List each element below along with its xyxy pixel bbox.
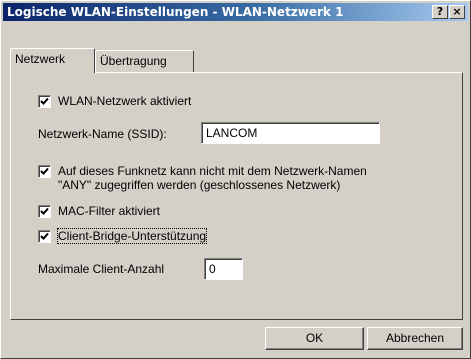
closed-network-checkbox[interactable] [38, 165, 51, 178]
wlan-enabled-checkbox[interactable] [38, 95, 51, 108]
max-clients-input[interactable]: 0 [204, 258, 243, 280]
closed-network-label-line1: Auf dieses Funknetz kann nicht mit dem N… [58, 164, 367, 178]
wlan-enabled-label: WLAN-Netzwerk aktiviert [58, 94, 192, 108]
client-bridge-checkbox[interactable] [38, 230, 51, 243]
ssid-input[interactable]: LANCOM [201, 122, 380, 144]
checkmark-icon [40, 232, 49, 240]
closed-network-label-line2: "ANY" zugegriffen werden (geschlossenes … [58, 178, 341, 192]
tab-label: Netzwerk [15, 52, 66, 66]
mac-filter-checkbox[interactable] [38, 205, 51, 218]
close-button[interactable]: × [449, 5, 465, 19]
tab-panel-netzwerk: WLAN-Netzwerk aktiviert Netzwerk-Name (S… [10, 72, 463, 320]
help-button[interactable]: ? [432, 5, 448, 19]
title-bar[interactable]: Logische WLAN-Einstellungen - WLAN-Netzw… [3, 3, 468, 21]
mac-filter-label: MAC-Filter aktiviert [58, 204, 161, 218]
dialog-window: Logische WLAN-Einstellungen - WLAN-Netzw… [0, 0, 471, 359]
ssid-label: Netzwerk-Name (SSID): [38, 127, 167, 141]
checkmark-icon [40, 167, 49, 175]
tab-label: Übertragung [100, 54, 167, 68]
tab-uebertragung[interactable]: Übertragung [95, 50, 194, 72]
tab-netzwerk[interactable]: Netzwerk [10, 48, 95, 73]
checkmark-icon [40, 207, 49, 215]
cancel-button[interactable]: Abbrechen [367, 327, 463, 350]
client-bridge-label: Client-Bridge-Unterstützung [56, 228, 208, 244]
ok-button[interactable]: OK [265, 327, 364, 350]
checkmark-icon [40, 97, 49, 105]
max-clients-label: Maximale Client-Anzahl [38, 262, 165, 276]
window-title: Logische WLAN-Einstellungen - WLAN-Netzw… [7, 5, 344, 19]
